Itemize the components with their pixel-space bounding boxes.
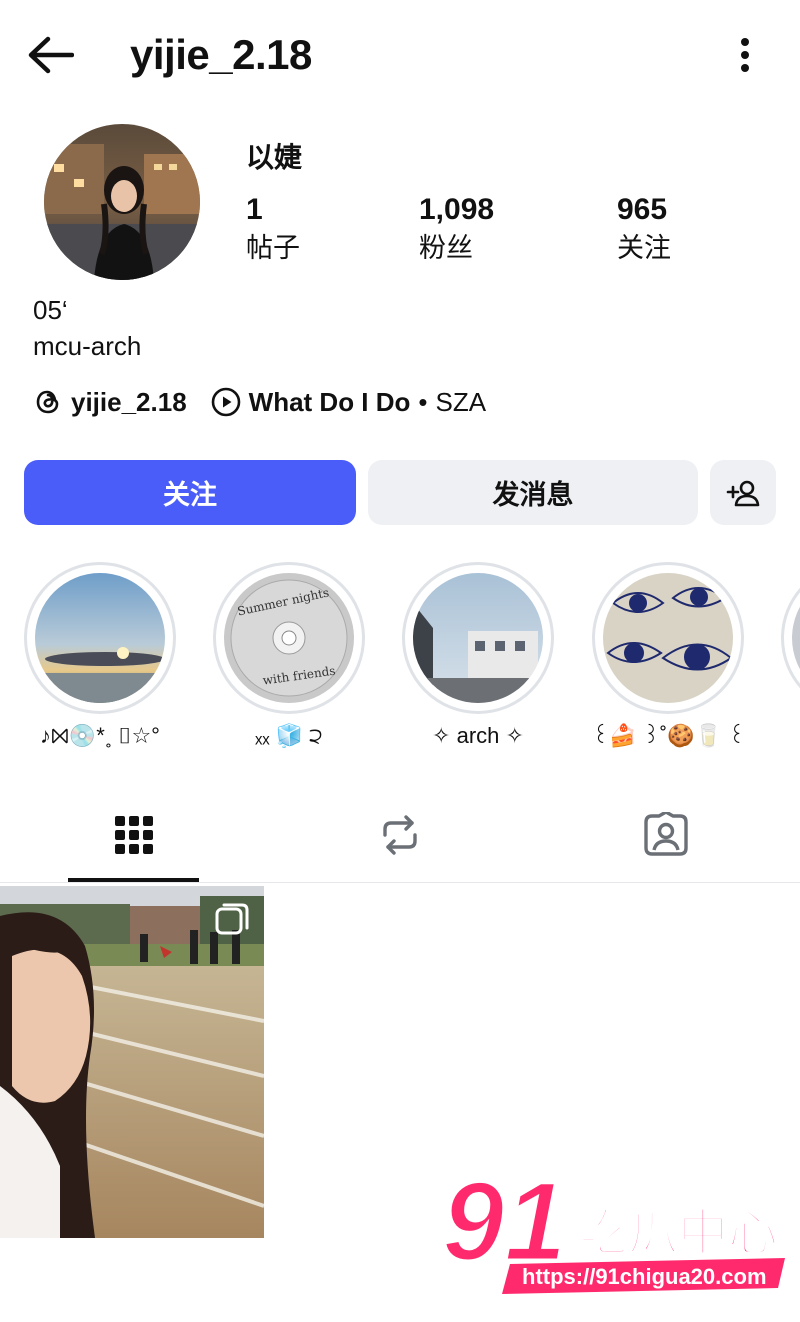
highlight-label: ♪⨝💿*˳ ⌷☆°	[40, 723, 160, 748]
highlight-cover-sky	[35, 573, 165, 703]
posts-count[interactable]: 1 帖子	[246, 192, 300, 268]
tab-posts-grid[interactable]	[68, 790, 200, 880]
threads-icon	[36, 390, 59, 414]
music-link[interactable]: What Do I Do • SZA	[211, 387, 486, 418]
stat-value: 1,098	[419, 193, 495, 226]
grid-icon	[115, 816, 153, 854]
highlight-ring	[24, 562, 176, 714]
stat-value: 1	[246, 193, 263, 226]
watermark: 91 吃瓜中心 https://91chigua20.com	[440, 1150, 790, 1300]
play-circle-icon	[211, 387, 240, 417]
following-count[interactable]: 965 关注	[617, 192, 671, 268]
tab-reposts[interactable]	[334, 790, 466, 880]
follow-button[interactable]: 关注	[24, 460, 356, 525]
threads-link[interactable]: yijie_2.18	[33, 387, 187, 418]
profile-username: yijie_2.18	[130, 31, 312, 78]
stat-label: 帖子	[246, 233, 300, 263]
highlight-cover-building	[413, 573, 543, 703]
add-person-icon	[726, 480, 760, 506]
song-artist: SZA	[435, 386, 487, 417]
bio: 05‘ mcu-arch	[33, 292, 141, 364]
stat-value: 965	[617, 193, 668, 226]
separator-dot: •	[418, 386, 428, 417]
highlight-ring	[402, 562, 554, 714]
story-highlight[interactable]: ꒰🍰 ꒱˚🍪🥛 ꒰	[592, 562, 744, 752]
more-options-button[interactable]	[730, 30, 760, 80]
suggest-users-button[interactable]	[710, 460, 776, 525]
story-highlight[interactable]: ♪⨝💿*˳ ⌷☆°	[24, 562, 176, 752]
highlight-label: ꒰🍰 ꒱˚🍪🥛 ꒰	[592, 723, 744, 748]
highlight-cover	[792, 573, 800, 703]
bio-line: mcu-arch	[33, 331, 142, 361]
watermark-url: https://91chigua20.com	[522, 1264, 767, 1289]
divider	[0, 882, 800, 883]
display-name: 以婕	[246, 142, 303, 173]
post-thumbnail[interactable]	[0, 886, 264, 1238]
message-button[interactable]: 发消息	[368, 460, 698, 525]
story-highlight[interactable]: ✧ arch ✧	[402, 562, 554, 752]
highlight-ring: Summer nights with friends	[213, 562, 365, 714]
more-vertical-icon	[741, 38, 749, 72]
threads-handle: yijie_2.18	[71, 386, 187, 417]
tab-tagged[interactable]	[600, 790, 732, 880]
repost-icon	[383, 815, 417, 855]
highlight-label: ✧ arch ✧	[432, 723, 524, 748]
story-highlight-partial[interactable]	[781, 562, 800, 714]
profile-avatar[interactable]	[44, 124, 200, 280]
highlight-label: ₓₓ 🧊 ੨	[255, 723, 323, 748]
stat-label: 粉丝	[419, 233, 473, 263]
story-highlight[interactable]: Summer nights with friends ₓₓ 🧊 ੨	[213, 562, 365, 752]
top-bar: yijie_2.18	[0, 0, 800, 110]
highlight-ring	[781, 562, 800, 714]
watermark-name: 吃瓜中心	[578, 1204, 778, 1262]
highlight-cover-cd: Summer nights with friends	[224, 573, 354, 703]
back-button[interactable]	[22, 30, 78, 80]
arrow-left-icon	[28, 36, 74, 74]
song-title: What Do I Do	[248, 386, 411, 417]
tagged-person-icon	[644, 812, 688, 856]
bio-line: 05‘	[33, 295, 68, 325]
multiple-posts-icon	[215, 903, 249, 935]
stat-label: 关注	[617, 233, 671, 263]
highlight-ring	[592, 562, 744, 714]
highlight-cover-eyes	[603, 573, 733, 703]
profile-links: yijie_2.18 What Do I Do • SZA	[33, 380, 486, 424]
followers-count[interactable]: 1,098 粉丝	[419, 192, 494, 268]
